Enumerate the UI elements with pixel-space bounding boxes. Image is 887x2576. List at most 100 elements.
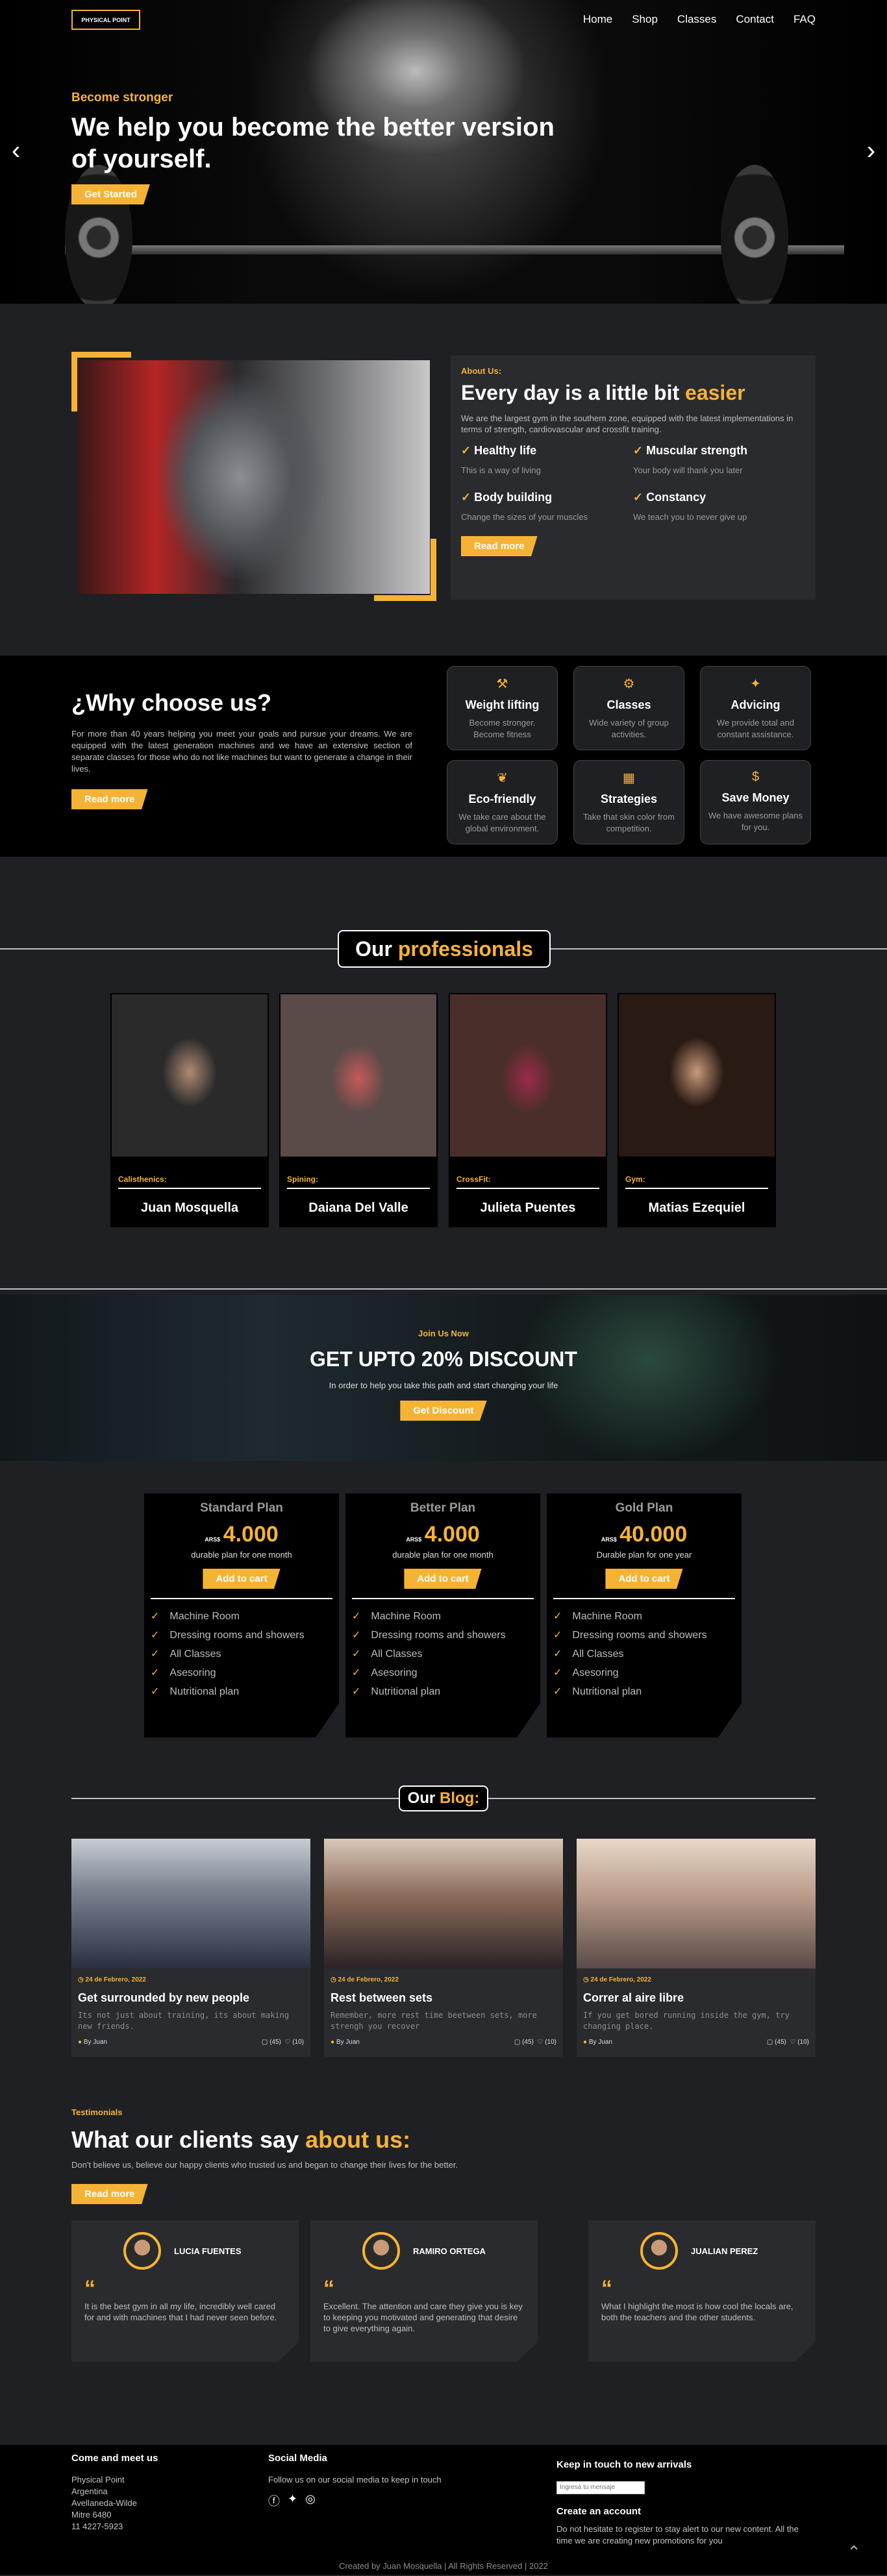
nav-classes[interactable]: Classes — [677, 13, 716, 26]
plan-card: Gold Plan ARS$ 40.000 Durable plan for o… — [547, 1493, 742, 1737]
blog-post[interactable]: ◷ 24 de Febrero, 2022 Rest between sets … — [324, 1839, 563, 2057]
post-title[interactable]: Correr al aire libre — [583, 1991, 809, 2005]
facebook-icon[interactable]: ⓕ — [268, 2492, 280, 2509]
scroll-top-icon[interactable]: ⌃ — [847, 2542, 861, 2562]
testimonials-header: Testimonials What our clients say about … — [71, 2107, 458, 2204]
plan-feature-text: Dressing rooms and showers — [371, 1630, 506, 1641]
post-date-text: 24 de Febrero, 2022 — [590, 1976, 651, 1983]
why-read-more-button[interactable]: Read more — [71, 789, 148, 809]
why-card-text: Become stronger. Become fitness — [469, 718, 536, 739]
get-discount-button[interactable]: Get Discount — [400, 1401, 487, 1421]
why-card-text: Take that skin color from competition. — [583, 812, 675, 833]
testimonials-section: Testimonials What our clients say about … — [0, 2107, 887, 2445]
testimonials-description: Don't believe us, believe our happy clie… — [71, 2160, 458, 2170]
instagram-icon[interactable]: ◎ — [305, 2492, 316, 2509]
feature-item: ✓ Constancy We teach you to never give up — [633, 491, 805, 522]
plan-feature-text: Asesoring — [572, 1667, 619, 1678]
nav-home[interactable]: Home — [583, 13, 612, 26]
pro-photo — [450, 994, 606, 1157]
about-card: About Us: Every day is a little bit easi… — [451, 356, 816, 600]
pro-name: Juan Mosquella — [140, 1201, 239, 1215]
plan-divider — [151, 1598, 332, 1599]
twitter-icon[interactable]: ✦ — [288, 2492, 297, 2509]
user-icon: ● — [78, 2039, 84, 2046]
feature-title: Body building — [474, 491, 553, 504]
blog-post[interactable]: ◷ 24 de Febrero, 2022 Get surrounded by … — [71, 1839, 310, 2057]
pro-photo — [281, 994, 436, 1157]
plan-card: Better Plan ARS$ 4.000 durable plan for … — [345, 1493, 540, 1737]
hero-content: Become stronger We help you become the b… — [71, 91, 565, 204]
blog-post[interactable]: ◷ 24 de Febrero, 2022 Correr al aire lib… — [577, 1839, 816, 2057]
blog-photo — [71, 1839, 310, 1969]
testimonials-label: Testimonials — [71, 2107, 123, 2117]
post-date-text: 24 de Febrero, 2022 — [85, 1976, 146, 1983]
address-line: 11 4227-5923 — [71, 2521, 123, 2531]
logo[interactable]: PHYSICAL POINT — [71, 10, 140, 30]
discount-title: GET UPTO 20% DISCOUNT — [310, 1347, 577, 1371]
about-section: About Us: Every day is a little bit easi… — [0, 304, 887, 656]
pro-card[interactable]: Gym: Matias Ezequiel — [619, 994, 775, 1226]
get-started-button[interactable]: Get Started — [71, 184, 150, 204]
prev-slide-icon[interactable]: ‹ — [12, 136, 20, 166]
about-read-more-button[interactable]: Read more — [461, 536, 538, 556]
comment-icon: ▢ — [261, 2039, 270, 2046]
pro-divider — [625, 1188, 768, 1189]
pro-card[interactable]: Calisthenics: Juan Mosquella — [112, 994, 268, 1226]
post-date: ◷ 24 de Febrero, 2022 — [331, 1976, 563, 1983]
check-icon: ✓ — [352, 1667, 361, 1678]
post-author: By Juan — [336, 2039, 360, 2046]
add-to-cart-button[interactable]: Add to cart — [605, 1569, 683, 1589]
check-icon: ✓ — [553, 1611, 562, 1622]
about-label: About Us: — [461, 366, 502, 376]
leaf-icon: ❦ — [497, 771, 508, 785]
plan-divider — [553, 1598, 735, 1599]
like-icon: ♡ — [537, 2039, 545, 2046]
add-to-cart-button[interactable]: Add to cart — [404, 1569, 482, 1589]
blog-section: Our Blog: ◷ 24 de Febrero, 2022 Get surr… — [0, 1783, 887, 2107]
plan-feature: ✓ Asesoring — [151, 1663, 339, 1682]
plan-feature: ✓ All Classes — [151, 1645, 339, 1663]
pro-card[interactable]: Spining: Daiana Del Valle — [281, 994, 436, 1226]
avatar — [362, 2232, 400, 2270]
plan-feature-text: All Classes — [371, 1649, 423, 1660]
footer-meet-title: Come and meet us — [71, 2453, 158, 2464]
post-meta: ● By Juan ▢ (45) ♡ (10) — [583, 2039, 809, 2046]
hero-section: PHYSICAL POINT Home Shop Classes Contact… — [0, 0, 887, 304]
email-field[interactable] — [556, 2481, 645, 2494]
post-likes: (10) — [545, 2039, 556, 2046]
plan-divider — [352, 1598, 534, 1599]
professionals-section: Our professionals Calisthenics: Juan Mosq… — [0, 857, 887, 1295]
hero-title: We help you become the better version of… — [71, 113, 555, 173]
post-likes: (10) — [797, 2039, 809, 2046]
comment-icon: ▢ — [766, 2039, 775, 2046]
plan-period: durable plan for one month — [392, 1550, 493, 1560]
blog-photo — [577, 1839, 816, 1969]
post-meta: ● By Juan ▢ (45) ♡ (10) — [78, 2039, 304, 2046]
social-icons: ⓕ ✦ ◎ — [268, 2492, 442, 2509]
nav-faq[interactable]: FAQ — [793, 13, 816, 26]
testimonials-read-more-button[interactable]: Read more — [71, 2184, 148, 2204]
feature-item: ✓ Muscular strength Your body will thank … — [633, 444, 805, 475]
post-author: By Juan — [588, 2039, 612, 2046]
post-title[interactable]: Get surrounded by new people — [78, 1991, 304, 2005]
address-line: Physical Point — [71, 2475, 125, 2484]
pro-role: CrossFit: — [456, 1175, 491, 1184]
next-slide-icon[interactable]: › — [867, 136, 875, 166]
plan-feature: ✓ Dressing rooms and showers — [553, 1626, 742, 1645]
feature-title: Healthy life — [474, 444, 537, 457]
post-date: ◷ 24 de Febrero, 2022 — [78, 1976, 310, 1983]
nav-contact[interactable]: Contact — [736, 13, 774, 26]
pro-card[interactable]: CrossFit: Julieta Puentes — [450, 994, 606, 1226]
post-title[interactable]: Rest between sets — [331, 1991, 556, 2005]
plan-feature: ✓ All Classes — [553, 1645, 742, 1663]
nav-menu: Home Shop Classes Contact FAQ — [583, 13, 816, 26]
add-to-cart-button[interactable]: Add to cart — [203, 1569, 281, 1589]
testimonial-text: It is the best gym in all my life, incre… — [84, 2301, 277, 2322]
plan-feature: ✓ Asesoring — [553, 1663, 742, 1682]
nav-shop[interactable]: Shop — [632, 13, 658, 26]
plan-price: ARS$ 4.000 — [144, 1522, 339, 1547]
like-icon: ♡ — [284, 2039, 293, 2046]
why-description: For more than 40 years helping you meet … — [71, 729, 412, 774]
check-icon: ✓ — [352, 1686, 361, 1697]
footer: Come and meet us Physical Point Argentin… — [0, 2445, 887, 2575]
